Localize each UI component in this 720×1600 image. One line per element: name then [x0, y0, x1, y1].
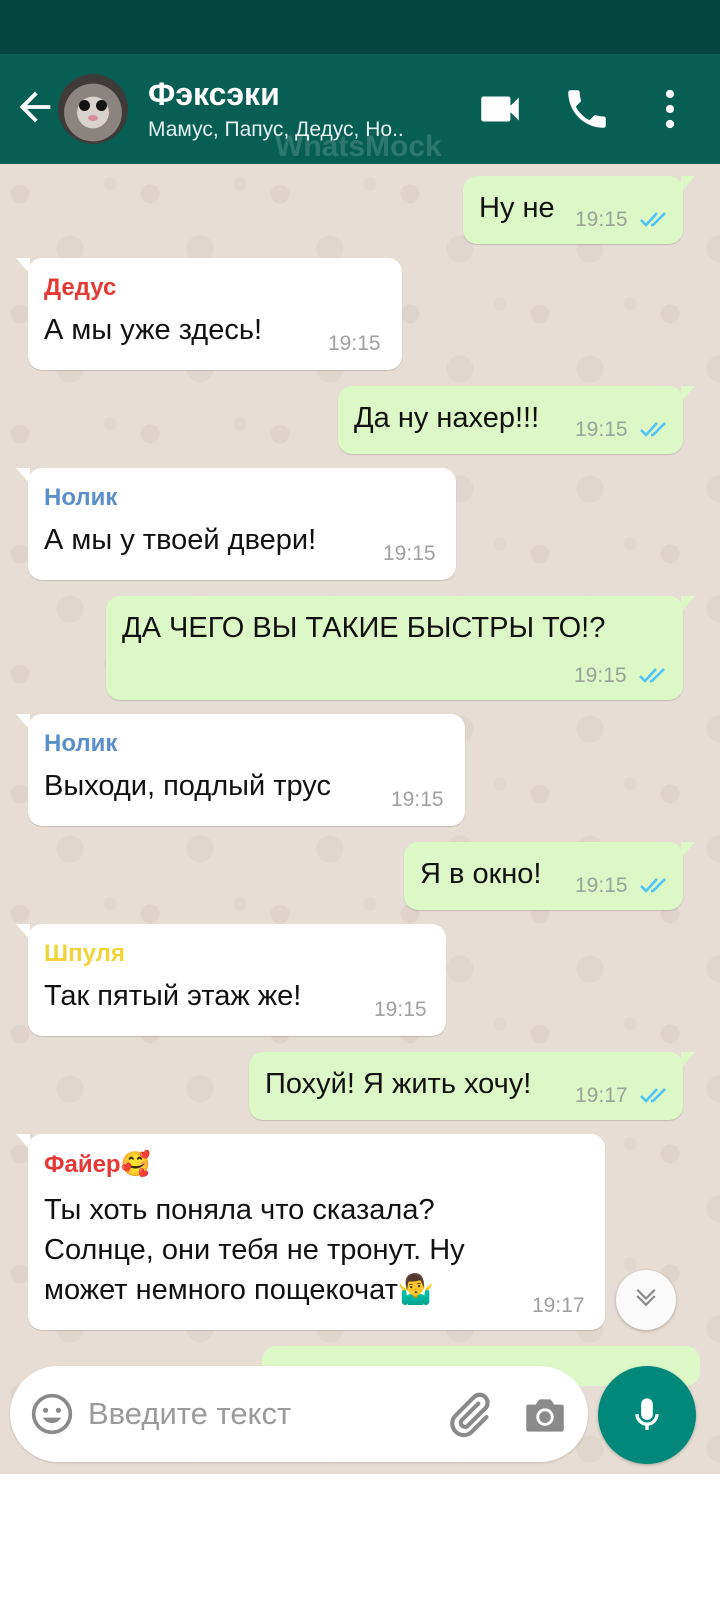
bubble-tail	[16, 924, 30, 940]
message-time: 19:15	[575, 874, 628, 897]
bubble-tail	[16, 1134, 30, 1150]
video-call-icon[interactable]	[475, 84, 525, 134]
message-time: 19:15	[575, 418, 628, 441]
read-ticks-icon	[640, 422, 666, 437]
message-time: 19:15	[574, 664, 627, 687]
message-text-line: может немного пощекочат🤷‍♂️	[44, 1274, 434, 1306]
message-text-line: Солнце, они тебя не тронут. Ну	[44, 1234, 465, 1266]
back-arrow-icon[interactable]	[12, 84, 58, 130]
message-list[interactable]: Ну не 19:15 Дедус А мы уже здесь! 19:15 …	[0, 164, 720, 1504]
emoji-icon[interactable]	[30, 1392, 74, 1436]
chat-title[interactable]: Фэксэки	[148, 76, 280, 113]
bubble-tail	[681, 386, 695, 402]
phone-icon[interactable]	[562, 84, 612, 134]
message-sender[interactable]: Нолик	[44, 730, 117, 758]
message-text: Похуй! Я жить хочу!	[265, 1068, 532, 1100]
read-ticks-icon	[640, 1088, 666, 1103]
message-bubble-incoming[interactable]: Дедус А мы уже здесь! 19:15	[16, 258, 402, 370]
avatar-eye	[79, 100, 90, 111]
message-input[interactable]: Введите текст	[88, 1396, 291, 1432]
message-time: 19:15	[391, 788, 444, 811]
message-bubble-incoming[interactable]: Нолик Выходи, подлый трус 19:15	[16, 714, 465, 826]
chat-header: Фэксэки Мамус, Папус, Дедус, Но.. WhatsM…	[0, 54, 720, 164]
message-text: Так пятый этаж же!	[44, 980, 302, 1012]
message-time: 19:15	[575, 208, 628, 231]
message-sender[interactable]: Шпуля	[44, 940, 125, 968]
message-text: Да ну нахер!!!	[354, 402, 540, 434]
message-time: 19:15	[383, 542, 436, 565]
message-time: 19:17	[532, 1294, 585, 1317]
scroll-to-bottom-button[interactable]	[616, 1270, 676, 1330]
message-text: Я в окно!	[420, 858, 542, 890]
message-composer: Введите текст	[10, 1366, 588, 1462]
group-avatar[interactable]	[58, 74, 128, 144]
message-bubble-incoming[interactable]: Нолик А мы у твоей двери! 19:15	[16, 468, 456, 580]
message-bubble-incoming[interactable]: Шпуля Так пятый этаж же! 19:15	[16, 924, 446, 1036]
avatar-eye	[96, 100, 107, 111]
message-time: 19:15	[328, 332, 381, 355]
voice-record-button[interactable]	[598, 1366, 696, 1464]
bubble-tail	[681, 842, 695, 858]
bottom-area	[0, 1474, 720, 1600]
message-text: А мы у твоей двери!	[44, 524, 317, 556]
bubble-tail	[681, 176, 695, 192]
avatar-nose	[88, 115, 98, 121]
message-bubble-outgoing[interactable]: Да ну нахер!!! 19:15	[338, 386, 695, 454]
message-bubble-outgoing[interactable]: Ну не 19:15	[463, 176, 695, 244]
message-sender[interactable]: Нолик	[44, 484, 117, 512]
bubble-tail	[16, 258, 30, 274]
chevron-down-icon	[636, 1288, 656, 1307]
read-ticks-icon	[640, 878, 666, 893]
message-text: Выходи, подлый трус	[44, 770, 331, 802]
bubble-tail	[681, 1052, 695, 1068]
bubble-tail	[16, 714, 30, 730]
message-bubble-outgoing[interactable]: ДА ЧЕГО ВЫ ТАКИЕ БЫСТРЫ ТО!? 19:15	[106, 596, 695, 700]
status-bar	[0, 0, 720, 54]
message-bubble-outgoing[interactable]: Похуй! Я жить хочу! 19:17	[249, 1052, 695, 1120]
message-time: 19:15	[374, 998, 427, 1021]
more-vert-icon[interactable]	[650, 84, 690, 134]
message-time: 19:17	[575, 1084, 628, 1107]
camera-icon[interactable]	[520, 1390, 570, 1440]
message-sender[interactable]: Файер🥰	[44, 1150, 150, 1179]
message-bubble-incoming[interactable]: Файер🥰 Ты хоть поняла что сказала? Солнц…	[16, 1134, 605, 1330]
bubble-tail	[16, 468, 30, 484]
message-sender[interactable]: Дедус	[44, 274, 116, 302]
watermark: WhatsMock	[275, 130, 442, 163]
message-text: А мы уже здесь!	[44, 314, 263, 346]
message-text-line: Ты хоть поняла что сказала?	[44, 1194, 435, 1226]
message-text: Ну не	[479, 192, 555, 224]
read-ticks-icon	[640, 212, 666, 227]
mic-icon	[635, 1398, 659, 1430]
bubble-tail	[681, 596, 695, 612]
read-ticks-icon	[639, 668, 665, 683]
message-bubble-outgoing[interactable]: Я в окно! 19:15	[404, 842, 695, 910]
attach-icon[interactable]	[444, 1390, 494, 1440]
message-text: ДА ЧЕГО ВЫ ТАКИЕ БЫСТРЫ ТО!?	[122, 612, 606, 644]
